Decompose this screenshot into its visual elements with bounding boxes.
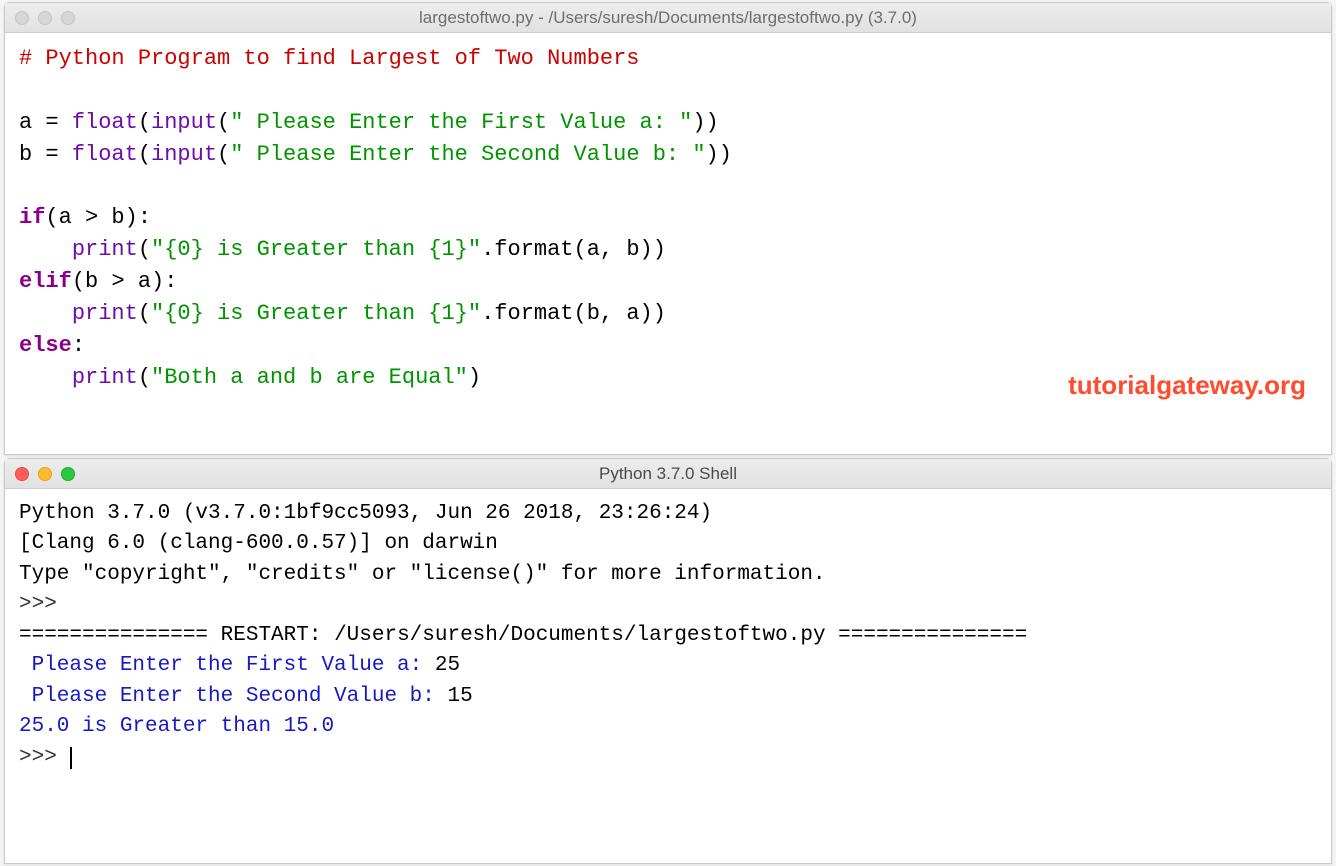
shell-titlebar[interactable]: Python 3.7.0 Shell	[5, 459, 1331, 489]
builtin-print: print	[72, 237, 138, 262]
builtin-float: float	[72, 110, 138, 135]
var-a: a	[19, 110, 32, 135]
string-prompt-b: " Please Enter the Second Value b: "	[230, 142, 705, 167]
editor-titlebar[interactable]: largestoftwo.py - /Users/suresh/Document…	[5, 3, 1331, 33]
keyword-elif: elif	[19, 269, 72, 294]
close-icon[interactable]	[15, 11, 29, 25]
input-prompt-2: Please Enter the Second Value b:	[19, 685, 447, 708]
var-b: b	[19, 142, 32, 167]
traffic-lights	[15, 467, 75, 481]
shell-prompt: >>>	[19, 593, 69, 616]
minimize-icon[interactable]	[38, 11, 52, 25]
watermark: tutorialgateway.org	[1068, 370, 1306, 401]
input-value-2: 15	[447, 685, 472, 708]
shell-prompt: >>>	[19, 746, 69, 769]
result-output: 25.0 is Greater than 15.0	[19, 715, 334, 738]
close-icon[interactable]	[15, 467, 29, 481]
string-prompt-a: " Please Enter the First Value a: "	[230, 110, 692, 135]
zoom-icon[interactable]	[61, 11, 75, 25]
shell-window: Python 3.7.0 Shell Python 3.7.0 (v3.7.0:…	[4, 458, 1332, 864]
zoom-icon[interactable]	[61, 467, 75, 481]
editor-code-area[interactable]: # Python Program to find Largest of Two …	[5, 33, 1331, 404]
restart-line: =============== RESTART: /Users/suresh/D…	[19, 624, 1027, 647]
minimize-icon[interactable]	[38, 467, 52, 481]
cursor-icon	[70, 747, 72, 769]
shell-banner-1: Python 3.7.0 (v3.7.0:1bf9cc5093, Jun 26 …	[19, 502, 725, 525]
input-value-1: 25	[435, 654, 460, 677]
traffic-lights	[15, 11, 75, 25]
input-prompt-1: Please Enter the First Value a:	[19, 654, 435, 677]
shell-output-area[interactable]: Python 3.7.0 (v3.7.0:1bf9cc5093, Jun 26 …	[5, 489, 1331, 783]
builtin-input: input	[151, 110, 217, 135]
code-comment: # Python Program to find Largest of Two …	[19, 46, 640, 71]
keyword-if: if	[19, 205, 45, 230]
shell-banner-2: [Clang 6.0 (clang-600.0.57)] on darwin	[19, 532, 498, 555]
shell-banner-3: Type "copyright", "credits" or "license(…	[19, 563, 826, 586]
shell-title: Python 3.7.0 Shell	[15, 464, 1321, 484]
editor-title: largestoftwo.py - /Users/suresh/Document…	[15, 8, 1321, 28]
keyword-else: else	[19, 333, 72, 358]
string-equal: "Both a and b are Equal"	[151, 365, 468, 390]
